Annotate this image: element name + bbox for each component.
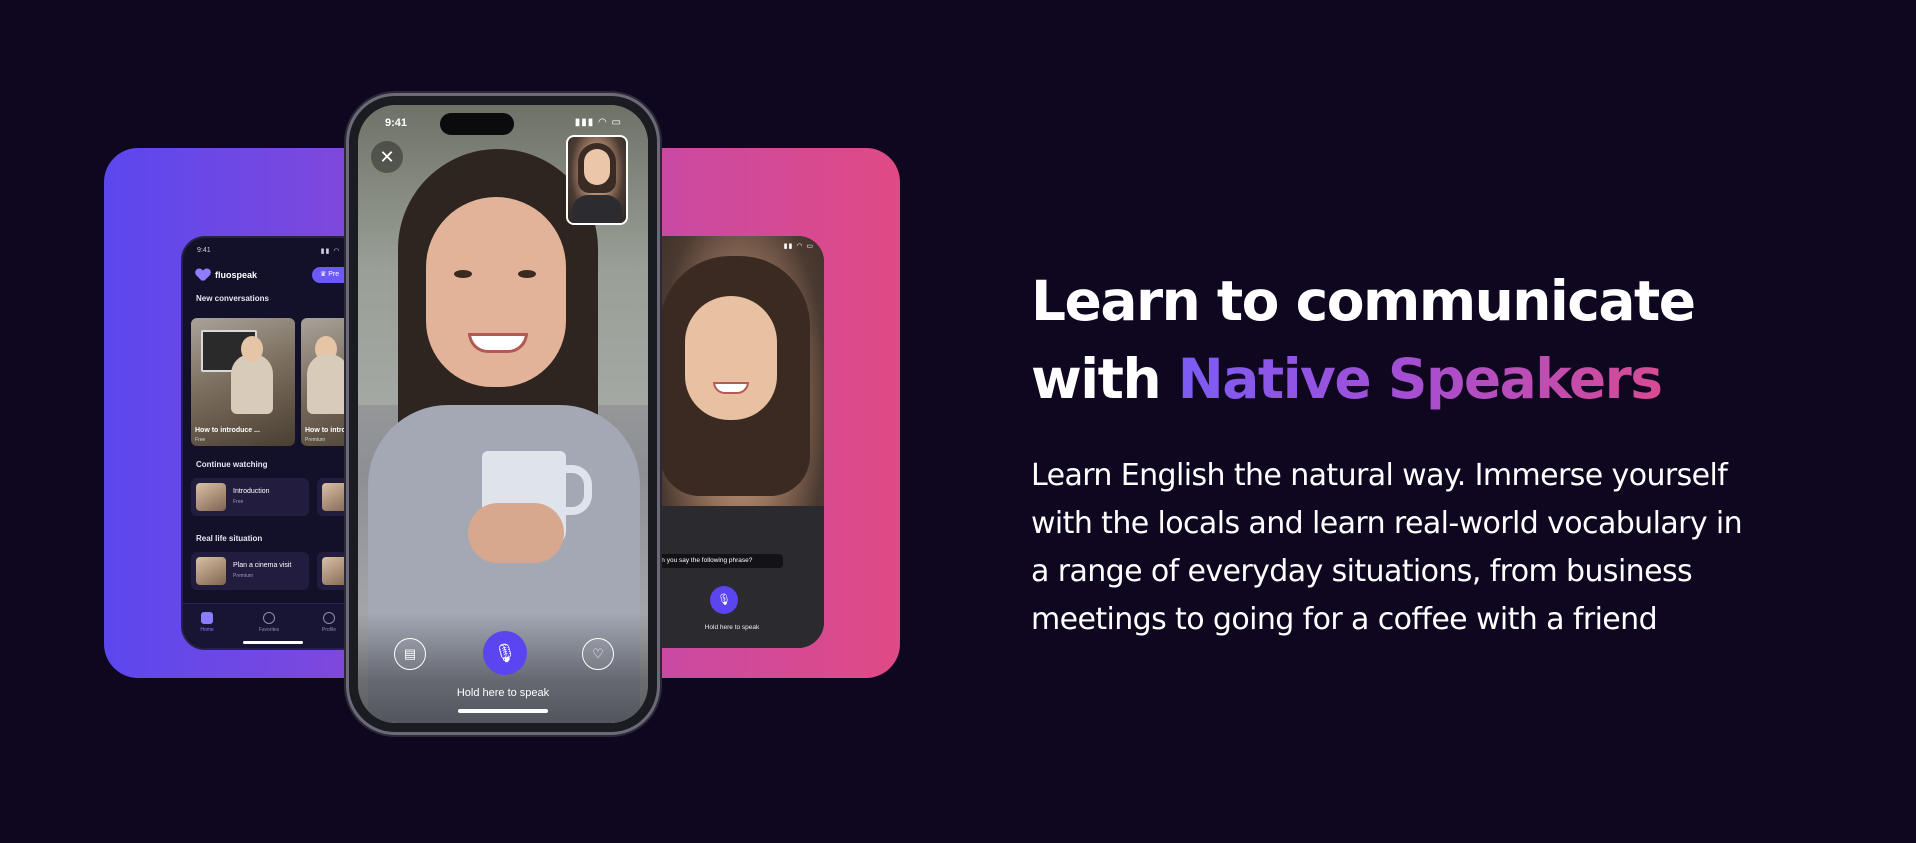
card-thumbnail [196,483,226,511]
phone-video-practice: 9:41 ▮▮ ◠ ▭ Can you say the following ph… [640,236,824,648]
person-head-image [241,336,263,362]
headline-line1: Learn to communicate [1031,269,1696,333]
speaker-face [426,197,566,387]
phone-video-call: 9:41 ▮▮▮ ◠ ▭ ✕ ▤ 🎙 ♡ Hold here to speak [349,96,657,732]
conversation-tier: Free [195,437,206,443]
section-title-new: New conversations [196,294,269,303]
headline: Learn to communicate with Native Speaker… [1031,262,1851,418]
paragraph-line4: meetings to going for a coffee with a fr… [1031,602,1658,637]
section-title-continue: Continue watching [196,460,268,469]
status-icons: ▮▮▮ ◠ ▭ [574,117,622,128]
paragraph-line2: with the locals and learn real-world voc… [1031,506,1743,541]
status-icons: ▮▮ ◠ ▭ [783,243,814,250]
mic-button[interactable]: 🎙 [483,631,527,675]
card-thumbnail [322,483,352,511]
conversation-title: How to intro [305,427,346,434]
card-tier: Free [233,499,244,505]
phone-home-screen: 9:41 ▮▮ ◠ ▭ fluospeak ♛ Pre New conversa… [181,236,365,650]
crown-icon: ♛ [320,271,329,278]
card-thumbnail [322,557,352,585]
hold-to-speak-label: Hold here to speak [456,687,550,699]
card-title: Plan a cinema visit [233,562,292,569]
profile-icon [323,612,335,624]
tab-label: Home [200,627,214,633]
premium-label: Pre [328,271,340,278]
hold-to-speak-label: Hold here to speak [704,624,760,631]
video-call-screen: 9:41 ▮▮▮ ◠ ▭ ✕ ▤ 🎙 ♡ Hold here to speak [358,105,648,723]
app-logo: fluospeak [196,269,257,281]
status-time: 9:41 [385,117,408,129]
speaker-face [685,296,777,420]
tab-label: Profile [321,627,337,633]
conversation-card-1[interactable]: How to introduce ... Free [191,318,295,446]
tab-home[interactable]: Home [187,612,227,633]
heart-icon [263,612,275,624]
heart-icon: ♡ [592,646,604,661]
tab-label: Favorites [258,627,280,633]
card-thumbnail [196,557,226,585]
chat-icon: ▤ [403,646,417,661]
card-tier: Premium [233,573,254,579]
conversation-title: How to introduce ... [195,427,260,434]
paragraph-line3: a range of everyday situations, from bus… [1031,554,1693,589]
paragraph-line1: Learn English the natural way. Immerse y… [1031,458,1728,493]
mic-off-icon: 🎙 [493,643,517,663]
speaker-eye [518,270,536,278]
close-button[interactable]: ✕ [371,141,403,173]
self-view-pip[interactable] [566,135,628,225]
home-indicator [243,641,303,644]
continue-card[interactable]: Introduction Free [191,478,309,516]
person-image [307,354,349,414]
mic-button[interactable]: 🎙 [710,586,738,614]
pip-body [572,195,622,223]
home-icon [201,612,213,624]
conversation-tier: Premium [305,437,326,443]
status-time: 9:41 [197,247,211,254]
card-title: Introduction [233,488,270,495]
description-paragraph: Learn English the natural way. Immerse y… [1031,452,1881,644]
speaker-eye [454,270,472,278]
status-icons: ▮▮ ◠ ▭ [320,248,351,255]
real-life-card[interactable]: Plan a cinema visit Premium [191,552,309,590]
headline-accent: Native Speakers [1177,347,1663,411]
pip-face [584,149,610,185]
close-icon: ✕ [379,147,395,167]
brand-name: fluospeak [215,270,258,280]
prompt-question: Can you say the following phrase? [648,554,783,568]
home-indicator [458,709,548,713]
bottom-tab-bar: Home Favorites Profile [183,603,363,648]
dynamic-island [440,113,514,135]
speaker-hand [468,503,564,563]
chat-button[interactable]: ▤ [394,638,426,670]
mic-off-icon: 🎙 [717,594,731,606]
section-title-real-life: Real life situation [196,534,263,543]
heart-logo-icon [196,269,210,281]
tab-favorites[interactable]: Favorites [249,612,289,633]
headline-line2-plain: with [1031,347,1178,411]
favorite-button[interactable]: ♡ [582,638,614,670]
tab-profile[interactable]: Profile [309,612,349,633]
hero-section: 9:41 ▮▮ ◠ ▭ fluospeak ♛ Pre New conversa… [0,0,1916,843]
person-image [231,354,273,414]
